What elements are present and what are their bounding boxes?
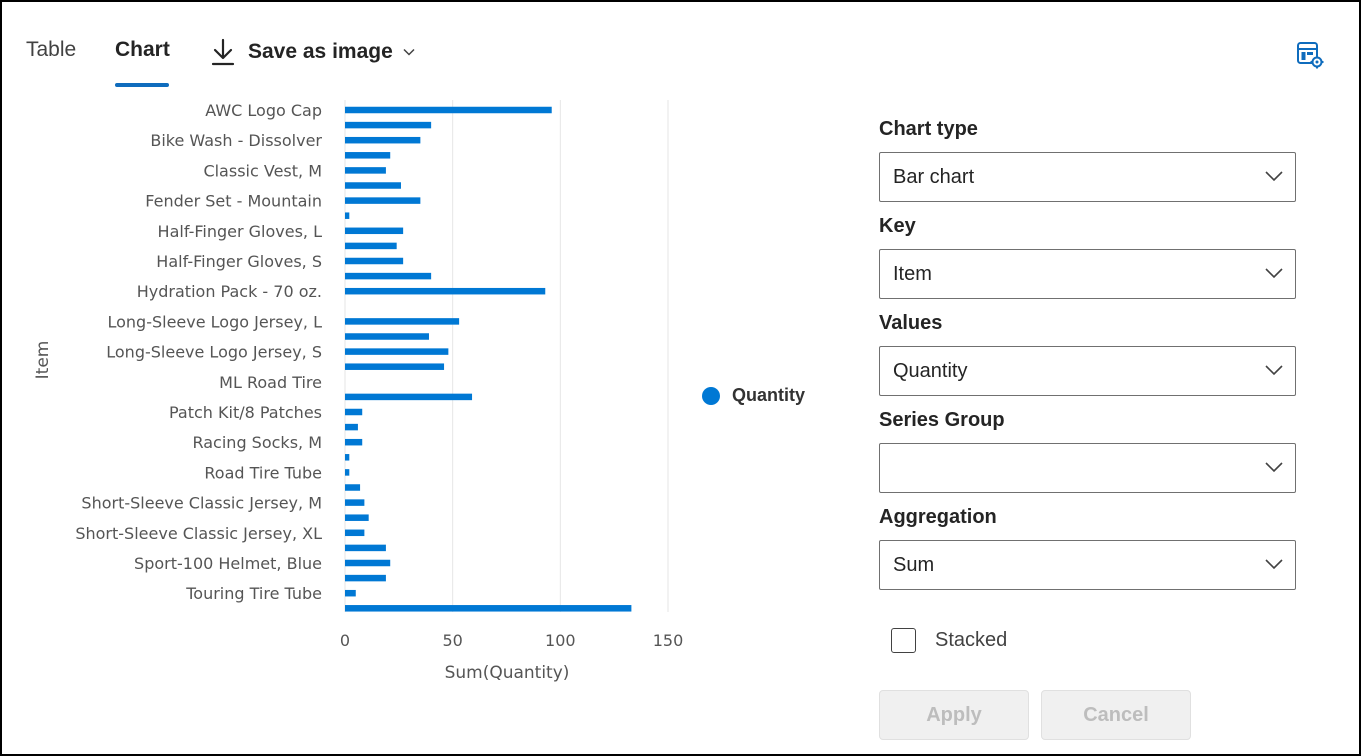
y-tick-label: Fender Set - Mountain [145, 192, 322, 211]
bar[interactable] [345, 121, 432, 129]
bar[interactable] [345, 469, 350, 476]
x-tick-label: 100 [545, 631, 576, 650]
stacked-label: Stacked [935, 629, 1008, 651]
y-tick-label: Short-Sleeve Classic Jersey, XL [75, 524, 322, 543]
bar[interactable] [345, 197, 421, 204]
chart-settings-icon[interactable] [1296, 41, 1324, 69]
stacked-option: Stacked [891, 628, 1007, 653]
save-as-image-label: Save as image [248, 40, 393, 63]
bar[interactable] [345, 363, 445, 370]
bar-chart: AWC Logo Cap Bike Wash - Dissolver Classic… [33, 100, 684, 683]
y-tick-label: Long-Sleeve Logo Jersey, S [106, 343, 322, 362]
legend-swatch [702, 386, 720, 405]
bar[interactable] [345, 423, 358, 431]
bar[interactable] [345, 287, 546, 295]
y-tick-label: Touring Tire Tube [185, 584, 322, 603]
chart-type-value: Bar chart [893, 165, 975, 188]
x-axis-title: Sum(Quantity) [445, 663, 570, 683]
series-group-select[interactable] [879, 443, 1296, 493]
bar[interactable] [345, 408, 363, 416]
bar[interactable] [345, 544, 386, 552]
bar[interactable] [345, 559, 391, 567]
bar[interactable] [345, 454, 350, 461]
bar[interactable] [345, 605, 632, 612]
bar[interactable] [345, 257, 404, 265]
series-group-label: Series Group [879, 409, 1005, 431]
bar[interactable] [345, 212, 350, 219]
x-tick-label: 150 [653, 631, 684, 650]
tab-chart[interactable]: Chart [115, 38, 170, 62]
key-value: Item [893, 262, 932, 285]
x-tick-label: 0 [340, 631, 350, 650]
values-value: Quantity [893, 359, 968, 382]
bar[interactable] [345, 574, 386, 582]
y-tick-label: Hydration Pack - 70 oz. [137, 282, 322, 301]
y-tick-label: Long-Sleeve Logo Jersey, L [107, 312, 322, 331]
download-icon [211, 38, 235, 66]
chevron-down-icon [1265, 559, 1283, 570]
chevron-down-icon [1265, 268, 1283, 279]
x-tick-label: 50 [442, 631, 462, 650]
chevron-down-icon [1265, 365, 1283, 376]
chart-type-select[interactable]: Bar chart [879, 152, 1296, 202]
stacked-checkbox[interactable] [891, 628, 916, 653]
bar[interactable] [345, 167, 386, 174]
bar[interactable] [345, 272, 432, 280]
y-tick-label: Classic Vest, M [203, 161, 322, 180]
chevron-down-icon [1265, 171, 1283, 182]
y-tick-label: Sport-100 Helmet, Blue [134, 554, 322, 573]
bar[interactable] [345, 242, 397, 250]
values-label: Values [879, 312, 943, 334]
bar[interactable] [345, 152, 391, 159]
bar[interactable] [345, 529, 365, 537]
aggregation-label: Aggregation [879, 506, 997, 528]
y-tick-label: Road Tire Tube [204, 463, 322, 482]
save-as-image-button[interactable]: Save as image [210, 38, 415, 66]
bar[interactable] [345, 393, 473, 401]
values-select[interactable]: Quantity [879, 346, 1296, 396]
bar[interactable] [345, 589, 356, 597]
bar[interactable] [345, 182, 401, 189]
chart-legend: Quantity [702, 385, 805, 406]
chevron-down-icon [403, 48, 415, 56]
bar[interactable] [345, 333, 429, 340]
y-tick-label: Half-Finger Gloves, S [156, 252, 322, 271]
chevron-down-icon [1265, 462, 1283, 473]
y-tick-label: Patch Kit/8 Patches [169, 403, 322, 422]
key-select[interactable]: Item [879, 249, 1296, 299]
y-tick-label: Racing Socks, M [192, 433, 322, 452]
chart-type-label: Chart type [879, 118, 978, 140]
y-tick-label: Bike Wash - Dissolver [150, 131, 322, 150]
bar[interactable] [345, 438, 363, 446]
aggregation-select[interactable]: Sum [879, 540, 1296, 590]
y-tick-label: Half-Finger Gloves, L [158, 222, 323, 241]
bar[interactable] [345, 227, 404, 235]
y-tick-label: ML Road Tire [219, 373, 322, 392]
cancel-button[interactable]: Cancel [1041, 690, 1191, 740]
bar[interactable] [345, 106, 552, 114]
active-tab-indicator [115, 83, 169, 87]
tab-table[interactable]: Table [26, 38, 76, 62]
key-label: Key [879, 215, 916, 237]
bar[interactable] [345, 514, 369, 521]
bar[interactable] [345, 499, 365, 506]
aggregation-value: Sum [893, 553, 935, 576]
y-axis-title: Item [33, 341, 53, 380]
bar[interactable] [345, 136, 421, 144]
y-tick-label: Short-Sleeve Classic Jersey, M [81, 494, 322, 513]
y-tick-label: AWC Logo Cap [205, 101, 322, 120]
apply-button[interactable]: Apply [879, 690, 1029, 740]
bar[interactable] [345, 348, 449, 355]
bar[interactable] [345, 484, 361, 491]
legend-label: Quantity [732, 385, 806, 405]
bar[interactable] [345, 318, 460, 325]
